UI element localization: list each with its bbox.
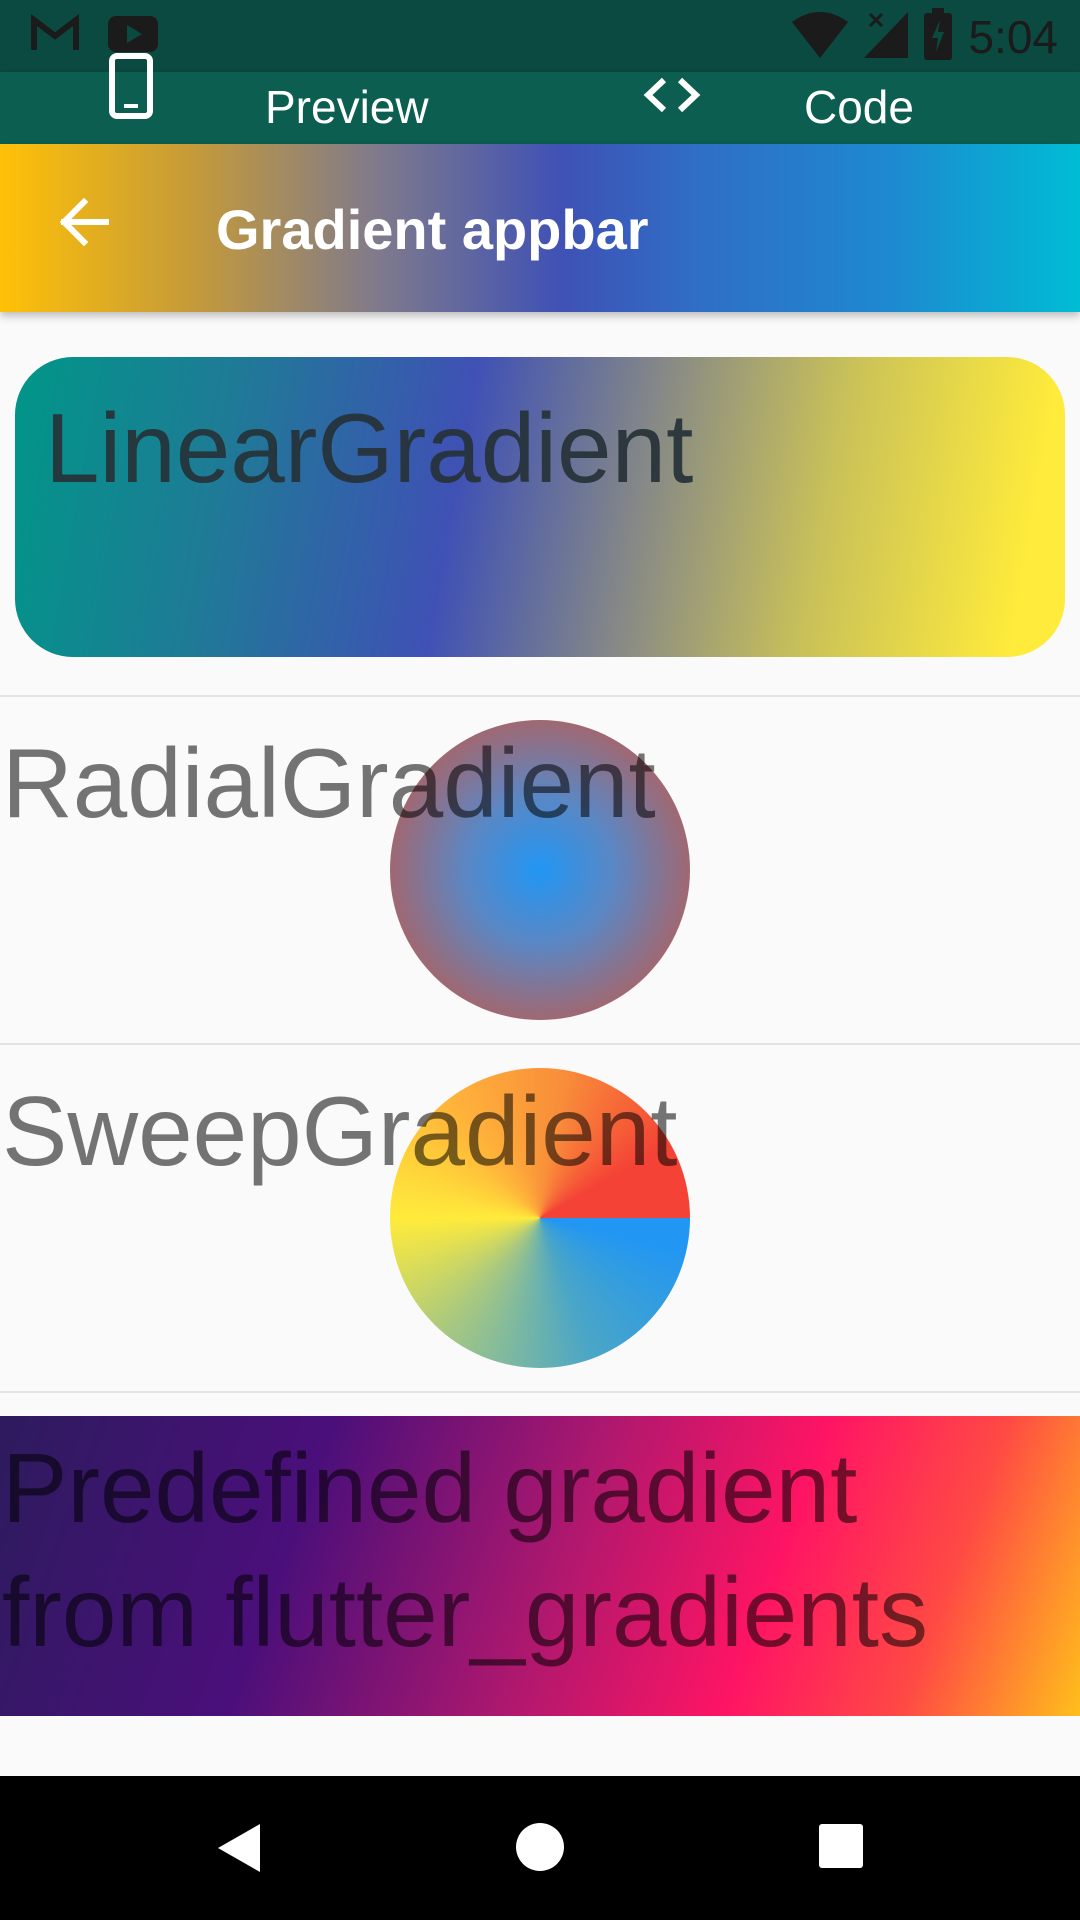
wifi-icon: [792, 10, 849, 63]
nav-recents-icon[interactable]: [818, 1823, 864, 1874]
divider: [0, 1391, 1080, 1393]
navigation-bar: [0, 1776, 1080, 1920]
page-title: Gradient appbar: [216, 198, 649, 261]
battery-icon: [924, 8, 953, 65]
nav-back-icon[interactable]: [214, 1822, 264, 1879]
code-brackets-icon[interactable]: [640, 70, 704, 125]
linear-gradient-card: LinearGradient: [15, 357, 1065, 657]
tab-preview[interactable]: Preview: [265, 82, 429, 132]
predefined-gradient-line-1: Predefined gradient: [2, 1433, 858, 1543]
nav-home-icon[interactable]: [515, 1822, 565, 1877]
signal-icon: [864, 10, 909, 63]
divider: [0, 1043, 1080, 1045]
phone-icon[interactable]: [108, 52, 154, 125]
preview-code-tab-bar: Preview Code: [0, 53, 1080, 144]
linear-gradient-label: LinearGradient: [45, 393, 694, 503]
predefined-gradient-label: Predefined gradient from flutter_gradien…: [2, 1426, 928, 1674]
tab-code[interactable]: Code: [804, 82, 914, 132]
status-time: 5:04: [968, 10, 1058, 63]
sweep-gradient-label: SweepGradient: [2, 1076, 678, 1186]
predefined-gradient-banner: Predefined gradient from flutter_gradien…: [0, 1416, 1080, 1716]
radial-gradient-label: RadialGradient: [2, 728, 656, 838]
gmail-icon: [30, 13, 80, 59]
gradient-appbar: Gradient appbar: [0, 144, 1080, 312]
arrow-back-icon[interactable]: [56, 194, 112, 255]
predefined-gradient-line-2: from flutter_gradients: [2, 1557, 928, 1667]
divider: [0, 695, 1080, 697]
status-bar: 5:04: [0, 0, 1080, 72]
